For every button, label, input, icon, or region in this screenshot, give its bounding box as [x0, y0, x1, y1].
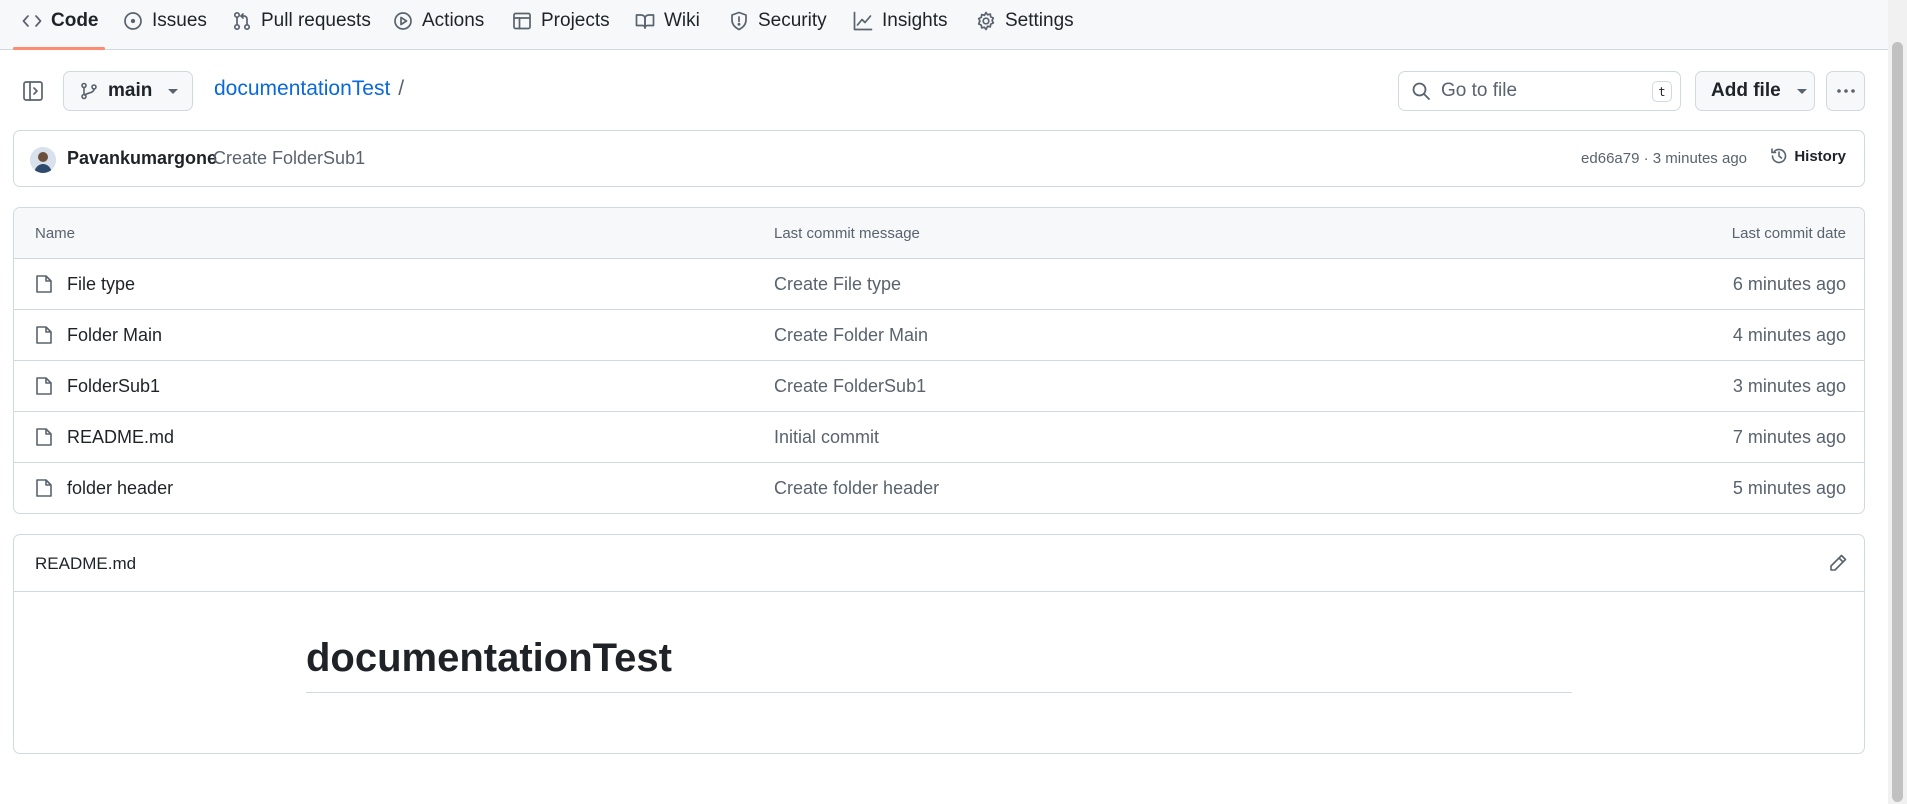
breadcrumb: documentationTest / — [214, 77, 404, 101]
file-name-link[interactable]: File type — [67, 274, 135, 295]
breadcrumb-repo-link[interactable]: documentationTest — [214, 77, 390, 101]
search-shortcut-hint: t — [1652, 81, 1672, 102]
shield-icon — [731, 11, 747, 31]
breadcrumb-separator: / — [398, 77, 405, 100]
tab-code[interactable]: Code — [22, 0, 99, 42]
readme-filename[interactable]: README.md — [35, 554, 136, 574]
file-icon — [36, 275, 52, 293]
tab-settings[interactable]: Settings — [976, 0, 1074, 42]
issue-icon — [124, 12, 142, 30]
file-commit-date: 4 minutes ago — [1732, 325, 1846, 345]
active-tab-indicator — [13, 47, 105, 50]
table-row[interactable]: folder header Create folder header 5 min… — [14, 463, 1864, 513]
branch-icon — [81, 82, 97, 100]
latest-commit-bar: Pavankumargone Create FolderSub1 ed66a79… — [13, 130, 1865, 187]
pull-request-icon — [233, 11, 251, 31]
readme-header: README.md — [14, 535, 1864, 592]
tab-actions[interactable]: Actions — [393, 0, 484, 42]
tab-insights-label: Insights — [882, 10, 948, 31]
file-name-link[interactable]: FolderSub1 — [67, 376, 160, 397]
table-row[interactable]: README.md Initial commit 7 minutes ago — [14, 412, 1864, 463]
file-table-header: Name Last commit message Last commit dat… — [14, 208, 1864, 259]
file-icon — [36, 377, 52, 395]
tab-wiki[interactable]: Wiki — [635, 0, 700, 42]
file-name-link[interactable]: README.md — [67, 427, 174, 448]
tab-projects[interactable]: Projects — [512, 0, 610, 42]
history-label: History — [1794, 147, 1846, 165]
file-commit-date: 5 minutes ago — [1732, 478, 1846, 498]
avatar-image — [30, 147, 56, 173]
avatar[interactable] — [30, 147, 56, 173]
go-to-file-input[interactable] — [1441, 80, 1641, 102]
book-icon — [635, 14, 655, 29]
history-button[interactable]: History — [1770, 147, 1846, 165]
add-file-label: Add file — [1711, 80, 1781, 101]
tab-actions-label: Actions — [422, 10, 485, 31]
file-icon — [36, 479, 52, 497]
file-commit-message-link[interactable]: Create File type — [774, 274, 901, 295]
add-file-button[interactable]: Add file — [1695, 71, 1815, 111]
column-header-message: Last commit message — [774, 225, 920, 242]
play-icon — [394, 12, 412, 30]
readme-panel: README.md documentationTest — [13, 534, 1865, 754]
page-scrollbar[interactable] — [1888, 0, 1907, 804]
table-row[interactable]: Folder Main Create Folder Main 4 minutes… — [14, 310, 1864, 361]
file-icon — [36, 428, 52, 446]
commit-hash-and-time[interactable]: ed66a79 · 3 minutes ago — [1581, 150, 1747, 167]
table-row[interactable]: File type Create File type 6 minutes ago — [14, 259, 1864, 310]
search-icon — [1412, 82, 1430, 100]
file-commit-message-link[interactable]: Create folder header — [774, 478, 939, 499]
scrollbar-thumb[interactable] — [1892, 42, 1903, 802]
file-commit-date: 3 minutes ago — [1732, 376, 1846, 396]
file-name-link[interactable]: Folder Main — [67, 325, 162, 346]
tab-wiki-label: Wiki — [664, 10, 700, 31]
column-header-date: Last commit date — [1731, 225, 1846, 242]
file-commit-date: 6 minutes ago — [1732, 274, 1846, 294]
chevron-down-icon — [168, 88, 179, 94]
commit-author-link[interactable]: Pavankumargone — [67, 148, 217, 169]
more-options-button[interactable] — [1826, 71, 1865, 111]
readme-heading: documentationTest — [306, 636, 1572, 693]
tab-pull-requests-label: Pull requests — [261, 10, 371, 31]
column-header-name: Name — [35, 225, 76, 242]
gear-icon — [977, 11, 995, 31]
commit-message-link[interactable]: Create FolderSub1 — [213, 148, 365, 169]
history-icon — [1771, 148, 1787, 164]
tab-code-label: Code — [51, 10, 99, 31]
tab-insights[interactable]: Insights — [853, 0, 947, 42]
file-commit-date: 7 minutes ago — [1732, 427, 1846, 447]
tab-pull-requests[interactable]: Pull requests — [232, 0, 371, 42]
repo-nav: Code Issues Pull requests Actions Projec… — [0, 0, 1888, 50]
pencil-icon[interactable] — [1828, 553, 1848, 573]
table-row[interactable]: FolderSub1 Create FolderSub1 3 minutes a… — [14, 361, 1864, 412]
tab-issues-label: Issues — [152, 10, 207, 31]
file-commit-message-link[interactable]: Create Folder Main — [774, 325, 928, 346]
tab-projects-label: Projects — [541, 10, 610, 31]
file-commit-message-link[interactable]: Create FolderSub1 — [774, 376, 926, 397]
file-table: Name Last commit message Last commit dat… — [13, 207, 1865, 514]
sidebar-toggle-button[interactable] — [22, 80, 44, 107]
file-commit-message-link[interactable]: Initial commit — [774, 427, 879, 448]
tab-security[interactable]: Security — [729, 0, 827, 42]
graph-icon — [853, 11, 873, 31]
file-name-link[interactable]: folder header — [67, 478, 173, 499]
branch-name: main — [108, 80, 153, 101]
file-icon — [36, 326, 52, 344]
go-to-file-search[interactable]: t — [1398, 71, 1681, 111]
chevron-down-icon — [1796, 88, 1807, 94]
tab-settings-label: Settings — [1005, 10, 1074, 31]
table-icon — [513, 12, 531, 30]
tab-security-label: Security — [758, 10, 827, 31]
kebab-horizontal-icon — [1836, 89, 1855, 93]
tab-issues[interactable]: Issues — [123, 0, 207, 42]
code-icon — [22, 15, 42, 27]
sidebar-expand-icon — [23, 81, 43, 101]
branch-select-button[interactable]: main — [63, 71, 193, 111]
